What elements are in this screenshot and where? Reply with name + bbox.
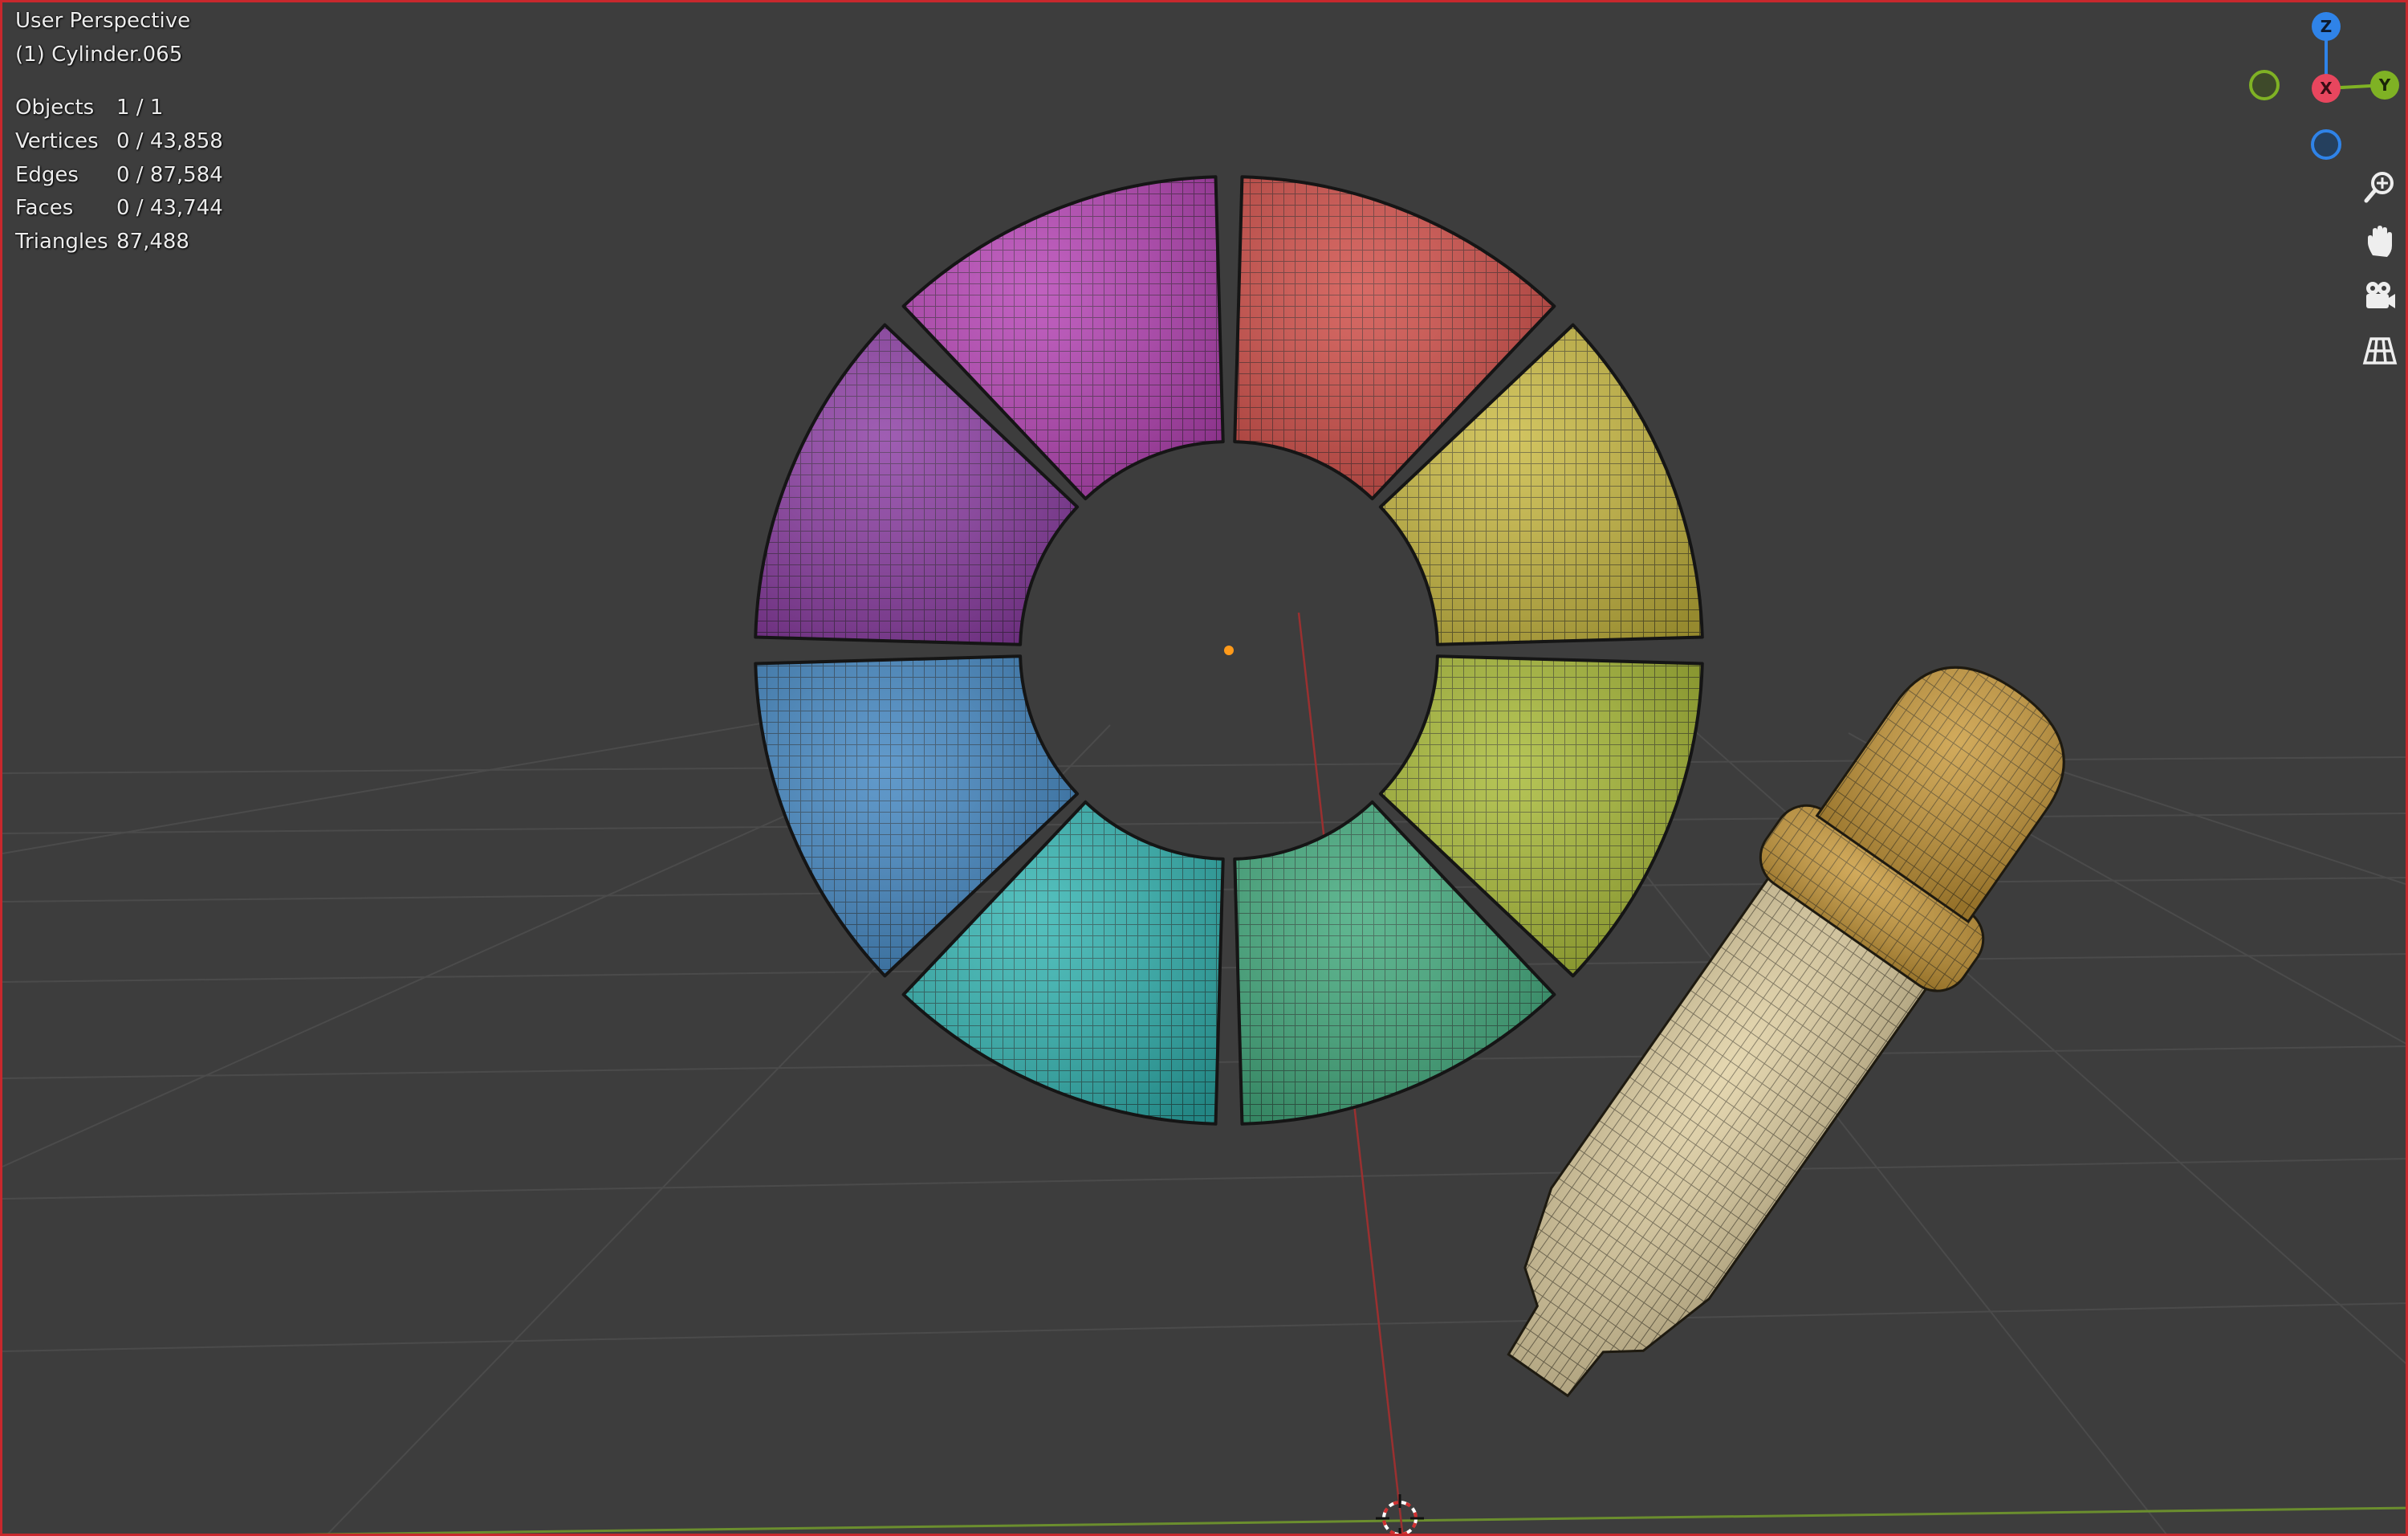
zoom-button[interactable] <box>2356 163 2404 211</box>
gizmo-z-label: Z <box>2321 17 2333 36</box>
stat-objects-label: Objects <box>15 96 95 120</box>
stat-edges-label: Edges <box>15 163 79 187</box>
stat-faces-label: Faces <box>15 196 74 220</box>
gizmo-x-label: X <box>2320 79 2333 98</box>
object-origin-dot <box>1224 646 1234 655</box>
dropper-body <box>1507 870 1932 1398</box>
ortho-toggle-button[interactable] <box>2356 327 2404 375</box>
gizmo-neg-z-handle[interactable] <box>2311 129 2341 160</box>
stat-objects-value: 1 / 1 <box>116 96 164 120</box>
zoom-icon <box>2364 172 2394 203</box>
gizmo-neg-y-handle[interactable] <box>2249 70 2280 100</box>
stat-vertices-label: Vertices <box>15 129 99 153</box>
view-name: User Perspective <box>15 9 191 33</box>
stat-vertices-value: 0 / 43,858 <box>116 129 223 153</box>
pan-button[interactable] <box>2356 218 2404 266</box>
camera-icon <box>2366 282 2395 308</box>
hand-pan-icon <box>2368 226 2392 257</box>
gizmo-y-label: Y <box>2378 75 2391 95</box>
3d-viewport[interactable]: Z Y X User Perspective (1) Cylinder.065 … <box>0 0 2408 1536</box>
x-axis-line <box>287 1506 2406 1534</box>
grid-ortho-icon <box>2362 337 2398 365</box>
active-object-name: (1) Cylinder.065 <box>15 43 183 67</box>
camera-view-button[interactable] <box>2356 272 2404 320</box>
stat-edges-value: 0 / 87,584 <box>116 163 223 187</box>
navigation-gizmo[interactable]: Z Y X <box>2249 12 2399 160</box>
stat-faces-value: 0 / 43,744 <box>116 196 223 220</box>
stat-triangles-label: Triangles <box>15 230 108 254</box>
scene-canvas[interactable]: Z Y X <box>2 2 2408 1536</box>
stat-triangles-value: 87,488 <box>116 230 189 254</box>
